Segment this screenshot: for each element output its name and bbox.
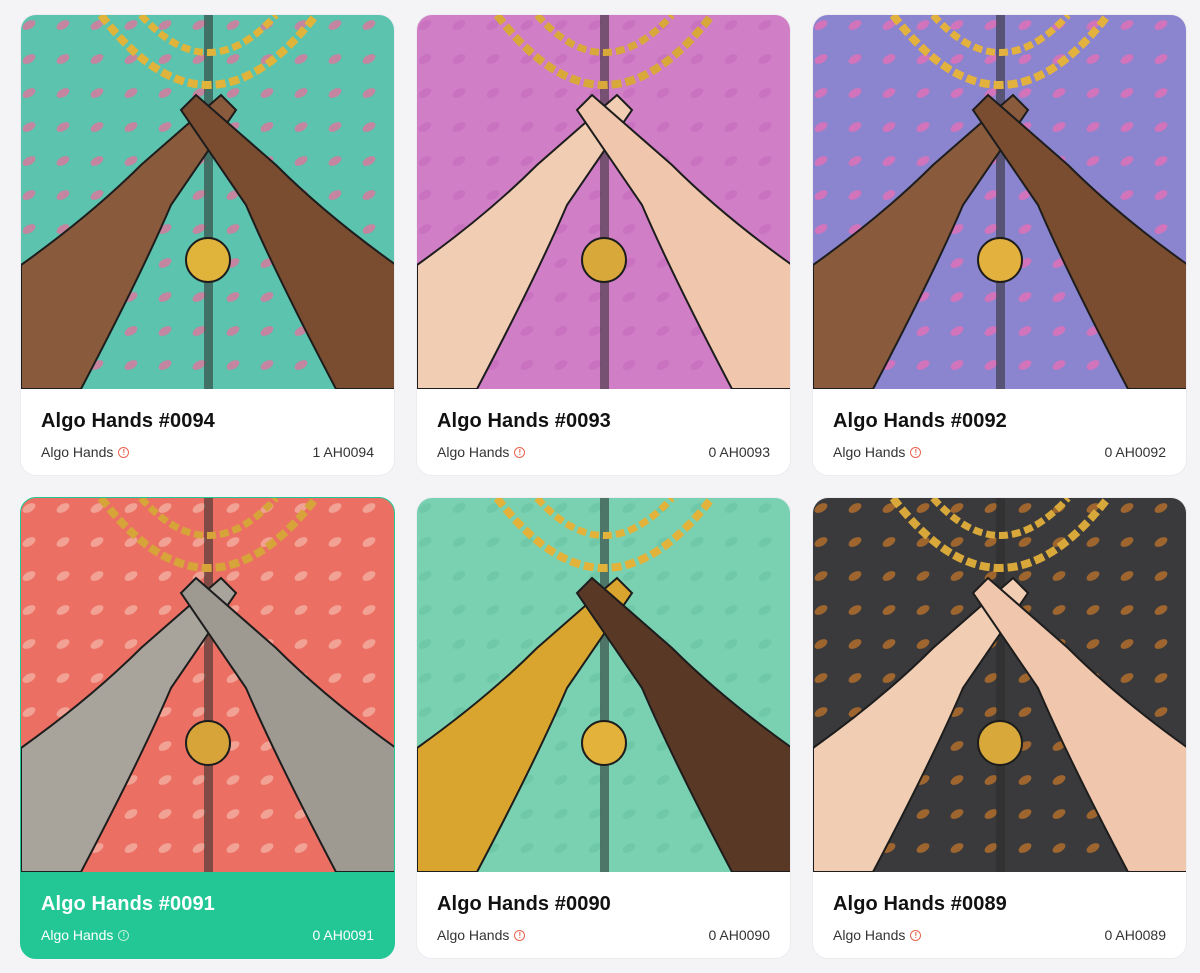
- card-info: Algo Hands #0091 Algo Hands! 0 AH0091: [21, 872, 394, 943]
- warning-icon: !: [118, 929, 130, 941]
- card-meta: Algo Hands! 0 AH0089: [833, 927, 1166, 943]
- asset-amount: 0 AH0091: [312, 927, 375, 943]
- nft-title: Algo Hands #0090: [437, 893, 611, 915]
- asset-amount: 0 AH0092: [1104, 444, 1167, 460]
- nft-title: Algo Hands #0089: [833, 893, 1007, 915]
- nft-title: Algo Hands #0092: [833, 410, 1007, 432]
- warning-icon: !: [910, 446, 922, 458]
- card-info: Algo Hands #0089 Algo Hands! 0 AH0089: [813, 872, 1186, 943]
- asset-amount: 1 AH0094: [312, 444, 375, 460]
- nft-artwork: [21, 498, 394, 872]
- creator-name: Algo Hands: [437, 927, 510, 943]
- card-meta: Algo Hands! 0 AH0092: [833, 444, 1166, 460]
- card-info: Algo Hands #0090 Algo Hands! 0 AH0090: [417, 872, 790, 943]
- card-meta: Algo Hands! 0 AH0091: [41, 927, 374, 943]
- creator-name: Algo Hands: [41, 444, 114, 460]
- nft-card[interactable]: Algo Hands #0093 Algo Hands! 0 AH0093: [416, 14, 791, 476]
- warning-icon: !: [514, 446, 526, 458]
- nft-card[interactable]: Algo Hands #0094 Algo Hands! 1 AH0094: [20, 14, 395, 476]
- card-meta: Algo Hands! 0 AH0090: [437, 927, 770, 943]
- card-meta: Algo Hands! 1 AH0094: [41, 444, 374, 460]
- creator[interactable]: Algo Hands!: [437, 444, 526, 460]
- warning-icon: !: [118, 446, 130, 458]
- creator[interactable]: Algo Hands!: [833, 444, 922, 460]
- nft-artwork: [813, 498, 1186, 872]
- asset-amount: 0 AH0089: [1104, 927, 1167, 943]
- nft-artwork: [417, 15, 790, 389]
- asset-amount: 0 AH0093: [708, 444, 771, 460]
- creator[interactable]: Algo Hands!: [41, 927, 130, 943]
- card-info: Algo Hands #0094 Algo Hands! 1 AH0094: [21, 389, 394, 460]
- creator-name: Algo Hands: [833, 444, 906, 460]
- nft-artwork: [813, 15, 1186, 389]
- creator[interactable]: Algo Hands!: [437, 927, 526, 943]
- nft-title: Algo Hands #0091: [41, 893, 215, 915]
- nft-card[interactable]: Algo Hands #0091 Algo Hands! 0 AH0091: [20, 497, 395, 959]
- creator[interactable]: Algo Hands!: [833, 927, 922, 943]
- creator[interactable]: Algo Hands!: [41, 444, 130, 460]
- warning-icon: !: [910, 929, 922, 941]
- nft-artwork: [417, 498, 790, 872]
- nft-grid: Algo Hands #0094 Algo Hands! 1 AH0094 Al…: [20, 14, 1187, 959]
- card-info: Algo Hands #0092 Algo Hands! 0 AH0092: [813, 389, 1186, 460]
- creator-name: Algo Hands: [437, 444, 510, 460]
- card-info: Algo Hands #0093 Algo Hands! 0 AH0093: [417, 389, 790, 460]
- nft-card[interactable]: Algo Hands #0090 Algo Hands! 0 AH0090: [416, 497, 791, 959]
- creator-name: Algo Hands: [41, 927, 114, 943]
- creator-name: Algo Hands: [833, 927, 906, 943]
- asset-amount: 0 AH0090: [708, 927, 771, 943]
- card-meta: Algo Hands! 0 AH0093: [437, 444, 770, 460]
- nft-card[interactable]: Algo Hands #0092 Algo Hands! 0 AH0092: [812, 14, 1187, 476]
- nft-card[interactable]: Algo Hands #0089 Algo Hands! 0 AH0089: [812, 497, 1187, 959]
- nft-artwork: [21, 15, 394, 389]
- nft-title: Algo Hands #0093: [437, 410, 611, 432]
- nft-title: Algo Hands #0094: [41, 410, 215, 432]
- warning-icon: !: [514, 929, 526, 941]
